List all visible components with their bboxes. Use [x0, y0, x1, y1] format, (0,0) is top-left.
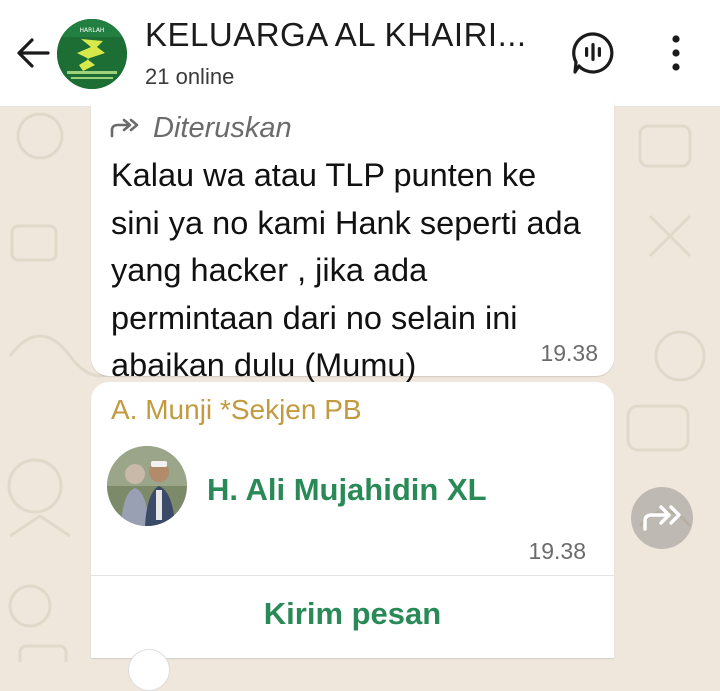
- back-arrow-icon[interactable]: [14, 34, 52, 72]
- contact-avatar[interactable]: [107, 446, 187, 526]
- more-options-icon[interactable]: [664, 32, 688, 74]
- forwarded-message-bubble[interactable]: Diteruskan Kalau wa atau TLP punten ke s…: [91, 100, 614, 383]
- forward-icon: [643, 505, 681, 531]
- chat-header: HARLAH KELUARGA AL KHAIRI... 21 online: [0, 0, 720, 107]
- forwarded-icon: [110, 118, 139, 138]
- voice-chat-icon[interactable]: [570, 30, 616, 76]
- message-text: Kalau wa atau TLP punten ke sini ya no k…: [111, 157, 581, 383]
- send-message-button[interactable]: Kirim pesan: [91, 596, 614, 632]
- sender-name[interactable]: A. Munji *Sekjen PB: [111, 394, 362, 426]
- group-avatar-logo-text: HARLAH: [80, 27, 105, 34]
- message-time: 19.38: [540, 340, 598, 366]
- contact-name[interactable]: H. Ali Mujahidin XL: [207, 472, 487, 508]
- contact-card-bubble[interactable]: A. Munji *Sekjen PB H. Ali Mujahidin XL …: [91, 382, 614, 658]
- forwarded-indicator: Diteruskan: [109, 110, 292, 146]
- card-divider: [91, 575, 614, 576]
- forwarded-label: Diteruskan: [153, 111, 292, 144]
- online-status: 21 online: [145, 64, 235, 89]
- contact-card-time: 19.38: [528, 538, 586, 564]
- next-message-avatar: [128, 649, 170, 691]
- group-avatar[interactable]: HARLAH: [57, 19, 127, 89]
- forward-button[interactable]: [631, 487, 693, 549]
- chat-title[interactable]: KELUARGA AL KHAIRI...: [145, 16, 527, 54]
